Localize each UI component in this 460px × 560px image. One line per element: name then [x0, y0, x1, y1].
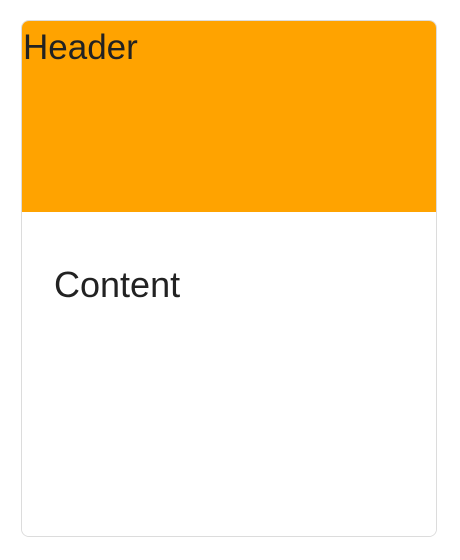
card-header-title: Header [23, 28, 138, 67]
card-content-text: Content [54, 264, 181, 305]
card: Header Content [21, 20, 437, 537]
card-body: Content [22, 212, 436, 536]
card-header: Header [22, 21, 436, 212]
